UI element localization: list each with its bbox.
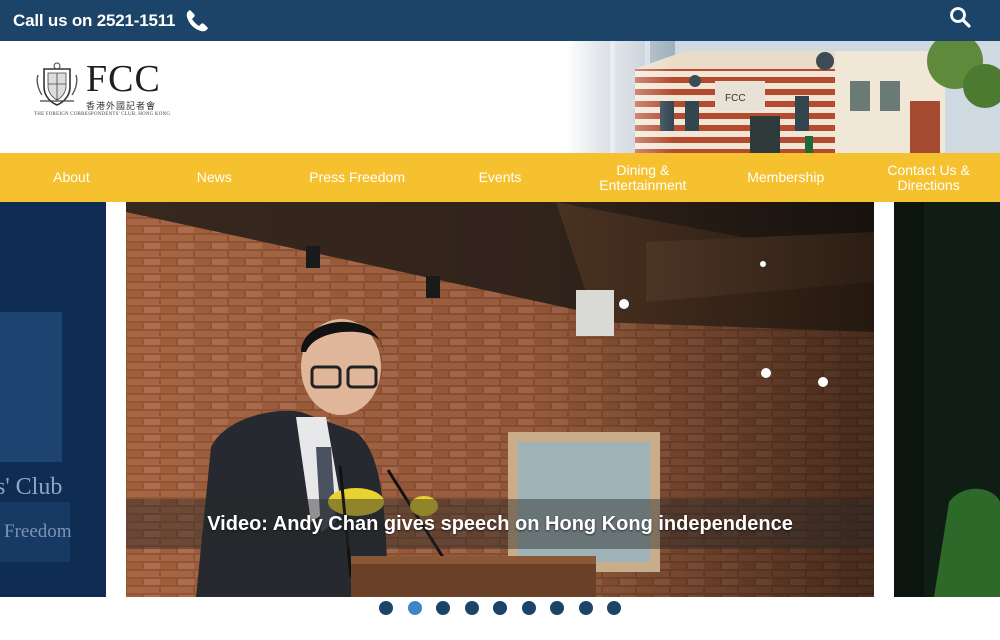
preview-text-club: s' Club: [0, 474, 62, 500]
slide-caption[interactable]: Video: Andy Chan gives speech on Hong Ko…: [207, 513, 793, 536]
nav-events[interactable]: Events: [429, 153, 572, 202]
nav-dining-entertainment[interactable]: Dining & Entertainment: [571, 153, 714, 202]
slide-caption-bar: Video: Andy Chan gives speech on Hong Ko…: [126, 499, 874, 549]
carousel-dot-6[interactable]: [521, 601, 536, 615]
carousel-dot-7[interactable]: [550, 601, 564, 615]
phone-icon: [187, 9, 209, 31]
nav-news[interactable]: News: [143, 153, 286, 202]
logo-subtitle: THE FOREIGN CORRESPONDENTS' CLUB, HONG K…: [34, 112, 171, 117]
call-us[interactable]: Call us on 2521-1511: [13, 4, 211, 37]
carousel-dot-8[interactable]: [578, 601, 593, 615]
hero-carousel: s' Club Freedom Video: Andy Chan gives s…: [0, 202, 1000, 597]
call-us-text: Call us on 2521-1511: [13, 10, 176, 30]
nav-about[interactable]: About: [0, 153, 143, 202]
carousel-pagination: [0, 600, 1000, 618]
carousel-dot-2[interactable]: [407, 601, 422, 615]
carousel-dot-4[interactable]: [464, 601, 479, 615]
carousel-dot-3[interactable]: [436, 601, 450, 615]
nav-contact-directions[interactable]: Contact Us & Directions: [857, 153, 1000, 202]
main-nav: About News Press Freedom Events Dining &…: [0, 153, 1000, 202]
top-bar: Call us on 2521-1511: [0, 0, 1000, 41]
nav-press-freedom[interactable]: Press Freedom: [286, 153, 429, 202]
nav-membership[interactable]: Membership: [714, 153, 857, 202]
search-icon[interactable]: [948, 5, 972, 29]
carousel-dot-1[interactable]: [379, 601, 393, 615]
current-slide[interactable]: Video: Andy Chan gives speech on Hong Ko…: [126, 202, 874, 597]
clubhouse-photo: FCC: [565, 41, 1000, 153]
logo-chinese-text: 香港外國記者會: [86, 102, 157, 112]
next-slide-image: [894, 202, 1000, 597]
logo-text: FCC: [86, 58, 161, 100]
site-header: FCC 香港外國記者會 THE FOREIGN CORRESPONDENTS' …: [0, 41, 1000, 153]
previous-slide-preview[interactable]: s' Club Freedom: [0, 202, 106, 597]
previous-slide-image: s' Club Freedom: [0, 202, 106, 597]
crest-icon: [36, 62, 78, 106]
preview-text-freedom: Freedom: [4, 521, 72, 542]
fcc-logo[interactable]: FCC 香港外國記者會 THE FOREIGN CORRESPONDENTS' …: [34, 59, 184, 125]
carousel-dot-5[interactable]: [493, 601, 507, 615]
carousel-dot-9[interactable]: [607, 601, 621, 615]
next-slide-preview[interactable]: [894, 202, 1000, 597]
